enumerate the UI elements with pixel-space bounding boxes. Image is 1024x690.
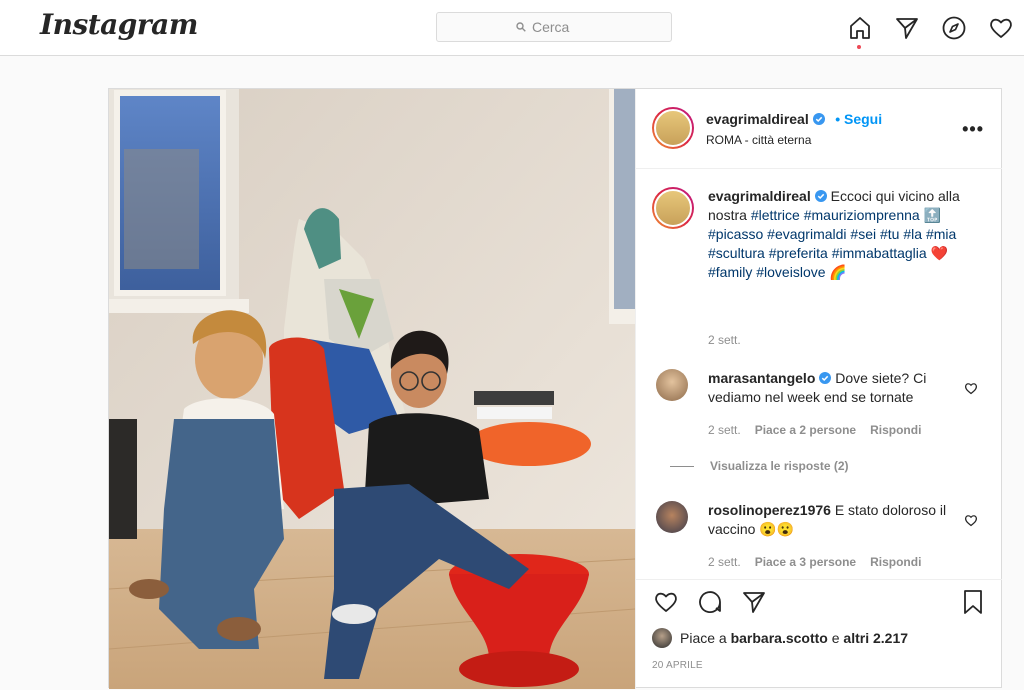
reply-button[interactable]: Rispondi (870, 555, 921, 569)
view-replies-label: Visualizza le risposte (2) (710, 459, 849, 473)
comment-meta: 2 sett. Piace a 3 persone Rispondi (708, 555, 921, 569)
commenter-avatar[interactable] (656, 501, 688, 533)
liker-avatar[interactable] (652, 628, 672, 648)
instagram-logo[interactable]: Instagram (40, 8, 198, 41)
hashtag-link[interactable]: #evagrimaldi (767, 226, 846, 242)
post-location[interactable]: ROMA - città eterna (706, 133, 811, 147)
hashtag-link[interactable]: #immabattaglia (832, 245, 927, 261)
likes-prefix: Piace a (680, 630, 731, 646)
caption-text: evagrimaldireal Eccoci qui vicino alla n… (708, 187, 966, 282)
reply-button[interactable]: Rispondi (870, 423, 921, 437)
follow-button[interactable]: • Segui (835, 111, 882, 127)
verified-badge-icon (812, 113, 825, 125)
post-photo[interactable] (109, 89, 635, 689)
comment-bubble-icon[interactable] (696, 588, 724, 616)
nav-icons (846, 14, 1015, 49)
hashtag-link[interactable]: #tu (880, 226, 899, 242)
comment-likes[interactable]: Piace a 3 persone (755, 555, 856, 569)
search-input[interactable] (532, 19, 592, 35)
replies-divider (670, 466, 694, 468)
hashtag-link[interactable]: #la (903, 226, 922, 242)
like-heart-icon[interactable] (652, 588, 680, 616)
post-side-panel: evagrimaldireal • Segui ROMA - città ete… (635, 89, 1002, 689)
hashtag-link[interactable]: #loveislove (756, 264, 825, 280)
search-box[interactable] (436, 12, 672, 42)
verified-badge-icon (819, 372, 832, 384)
like-comment-heart-icon[interactable] (964, 513, 978, 527)
post-date[interactable]: 20 APRILE (652, 660, 703, 671)
caption-time[interactable]: 2 sett. (708, 333, 741, 347)
hashtag-link[interactable]: #sei (850, 226, 876, 242)
hashtag-link[interactable]: #mauriziomprenna (804, 207, 920, 223)
notification-dot (857, 45, 861, 49)
likes-others-count[interactable]: altri 2.217 (843, 630, 908, 646)
comment-username[interactable]: marasantangelo (708, 370, 815, 386)
commenter-avatar[interactable] (656, 369, 688, 401)
hashtag-link[interactable]: #family (708, 264, 752, 280)
activity-icon[interactable] (987, 14, 1015, 42)
top-emoji: 🔝 (923, 207, 942, 223)
comment-item: marasantangelo Dove siete? Ci vediamo ne… (652, 369, 982, 489)
comment-item: rosolinoperez1976 E stato doloroso il va… (652, 501, 982, 579)
heart-emoji: ❤️ (930, 245, 949, 261)
hashtag-link[interactable]: #mia (926, 226, 956, 242)
search-icon (516, 22, 526, 32)
post-actions: Piace a barbara.scotto e altri 2.217 20 … (636, 579, 1002, 690)
comment-meta: 2 sett. Piace a 2 persone Rispondi (708, 423, 921, 437)
comment-likes[interactable]: Piace a 2 persone (755, 423, 856, 437)
verified-badge-icon (814, 190, 827, 202)
post-photo-image (109, 89, 635, 689)
author-username[interactable]: evagrimaldireal (706, 111, 809, 127)
action-icons (652, 588, 768, 616)
home-icon[interactable] (846, 14, 874, 49)
caption: evagrimaldireal Eccoci qui vicino alla n… (652, 187, 982, 347)
share-icon[interactable] (740, 588, 768, 616)
likes-mid: e (827, 630, 844, 646)
likes-text: Piace a barbara.scotto e altri 2.217 (680, 630, 908, 646)
comment-time[interactable]: 2 sett. (708, 423, 741, 437)
comment-text: rosolinoperez1976 E stato doloroso il va… (708, 501, 966, 539)
top-navigation-bar: Instagram (0, 0, 1024, 56)
post-header: evagrimaldireal • Segui ROMA - città ete… (636, 89, 1002, 169)
like-comment-heart-icon[interactable] (964, 381, 978, 395)
view-replies-button[interactable]: Visualizza le risposte (2) (670, 459, 849, 473)
author-avatar[interactable] (652, 107, 694, 149)
explore-icon[interactable] (940, 14, 968, 42)
likes-username[interactable]: barbara.scotto (731, 630, 828, 646)
direct-icon[interactable] (893, 14, 921, 42)
rainbow-emoji: 🌈 (829, 264, 847, 280)
comments-list: evagrimaldireal Eccoci qui vicino alla n… (636, 169, 1002, 579)
hashtag-link[interactable]: #scultura (708, 245, 765, 261)
save-bookmark-icon[interactable] (960, 588, 986, 616)
comment-text: marasantangelo Dove siete? Ci vediamo ne… (708, 369, 966, 407)
hashtag-link[interactable]: #picasso (708, 226, 763, 242)
likes-summary: Piace a barbara.scotto e altri 2.217 (652, 628, 908, 648)
comment-username[interactable]: rosolinoperez1976 (708, 502, 831, 518)
post-card: evagrimaldireal • Segui ROMA - città ete… (108, 88, 1002, 689)
comment-time[interactable]: 2 sett. (708, 555, 741, 569)
hashtag-link[interactable]: #preferita (769, 245, 828, 261)
more-options-button[interactable]: ••• (962, 119, 984, 140)
caption-avatar[interactable] (652, 187, 694, 229)
hashtag-link[interactable]: #lettrice (751, 207, 800, 223)
caption-username[interactable]: evagrimaldireal (708, 188, 811, 204)
